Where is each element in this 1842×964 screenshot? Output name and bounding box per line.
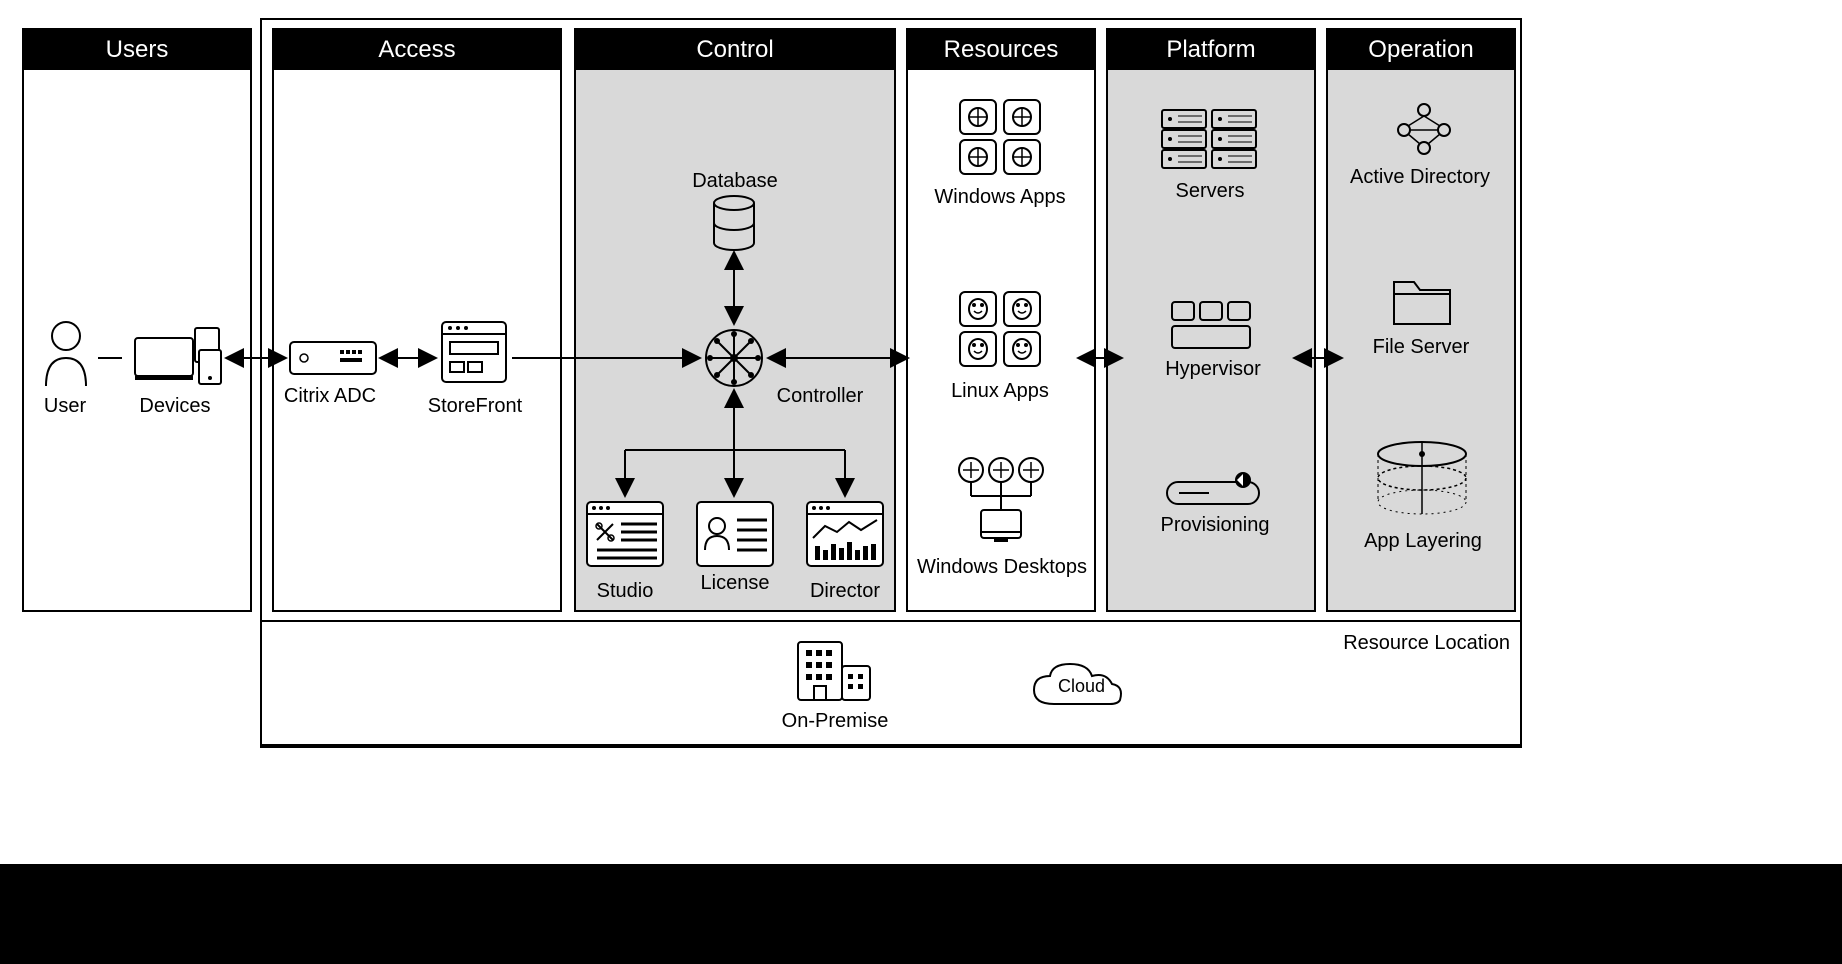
database-icon [710,195,758,251]
app-layering-icon [1370,438,1474,518]
servers-label: Servers [1160,180,1260,203]
controller-label: Controller [770,385,870,408]
servers-icon [1160,108,1260,172]
windows-desktops-icon [946,456,1056,546]
windows-desktops-label: Windows Desktops [912,556,1092,579]
director-icon [805,500,885,568]
linux-apps-icon [956,290,1046,370]
controller-icon [704,328,764,388]
access-header: Access [274,30,560,70]
windows-apps-label: Windows Apps [930,186,1070,209]
platform-header: Platform [1108,30,1314,70]
bottom-bar [0,864,1842,964]
storefront-icon [440,320,508,384]
control-header: Control [576,30,894,70]
resource-location-label: Resource Location [1340,632,1510,655]
user-icon [38,318,94,388]
app-layering-label: App Layering [1360,530,1486,553]
operation-header: Operation [1328,30,1514,70]
provisioning-icon [1165,470,1261,506]
active-directory-label: Active Directory [1340,166,1500,189]
resources-header: Resources [908,30,1094,70]
database-label: Database [690,170,780,193]
file-server-label: File Server [1366,336,1476,359]
on-premise-label: On-Premise [780,710,890,733]
file-server-icon [1390,276,1454,328]
on-premise-icon [794,638,874,704]
linux-apps-label: Linux Apps [940,380,1060,403]
citrix-adc-icon [288,340,378,376]
footer-box [260,620,1522,746]
studio-icon [585,500,665,568]
active-directory-icon [1394,100,1454,156]
user-label: User [30,395,100,418]
license-icon [695,500,775,568]
devices-icon [125,320,225,390]
citrix-adc-label: Citrix ADC [280,385,380,408]
hypervisor-icon [1170,300,1252,350]
director-label: Director [805,580,885,603]
users-header: Users [24,30,250,70]
cloud-label: Cloud [1058,676,1105,697]
provisioning-label: Provisioning [1150,514,1280,537]
cloud-icon: Cloud [1026,660,1126,714]
license-label: License [690,572,780,595]
access-section: Access [272,28,562,612]
storefront-label: StoreFront [420,395,530,418]
devices-label: Devices [125,395,225,418]
studio-label: Studio [585,580,665,603]
windows-apps-icon [956,98,1046,178]
hypervisor-label: Hypervisor [1158,358,1268,381]
